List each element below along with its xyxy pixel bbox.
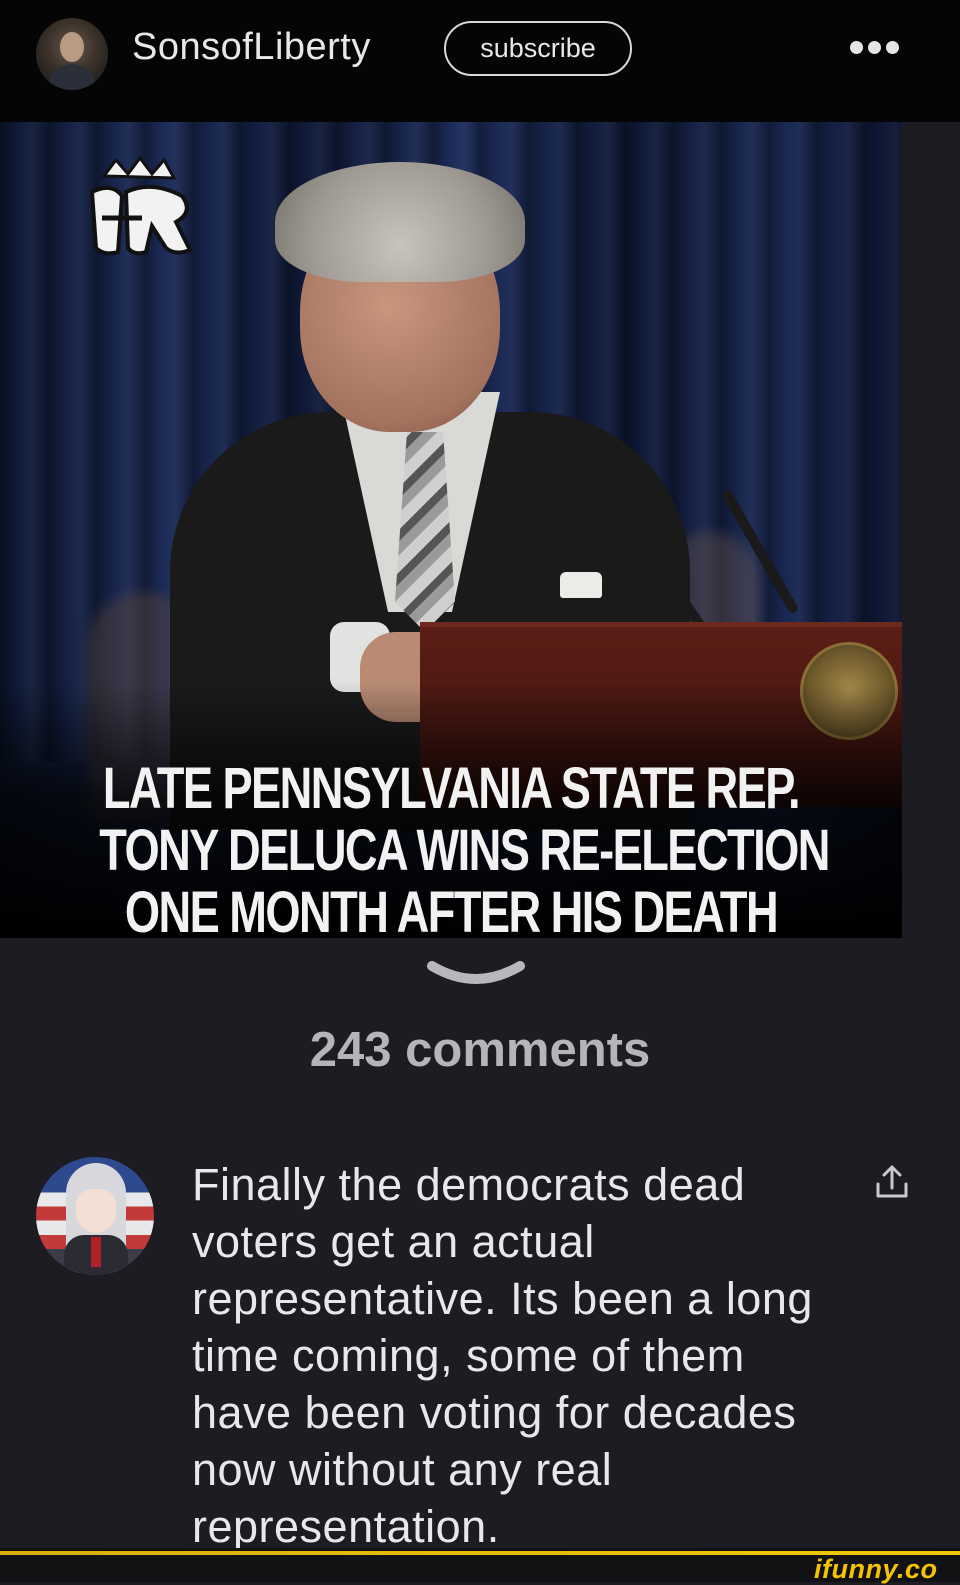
pocket-square (560, 572, 602, 598)
channel-username[interactable]: SonsofLiberty (132, 26, 371, 69)
share-icon[interactable] (872, 1162, 912, 1202)
more-options-icon[interactable] (850, 36, 902, 58)
dot-icon (886, 40, 899, 54)
commenter-avatar[interactable] (36, 1157, 154, 1275)
dot-icon (850, 40, 863, 54)
hair (275, 162, 525, 282)
channel-avatar[interactable] (36, 18, 108, 90)
caption-line: LATE PENNSYLVANIA STATE REP. (102, 756, 801, 821)
avatar-coat (48, 64, 96, 90)
avatar-face (76, 1189, 116, 1233)
meme-caption: LATE PENNSYLVANIA STATE REP. TONY DELUCA… (99, 756, 830, 939)
caption-line: TONY DELUCA WINS RE-ELECTION (99, 818, 830, 883)
subscribe-button[interactable]: subscribe (444, 21, 632, 76)
chevron-down-icon[interactable] (426, 958, 526, 992)
top-bar: SonsofLiberty subscribe (0, 0, 960, 122)
caption-line: ONE MONTH AFTER HIS DEATH (124, 880, 779, 939)
comments-count: 243 comments (309, 1023, 651, 1077)
post-image[interactable]: LATE PENNSYLVANIA STATE REP. TONY DELUCA… (0, 122, 902, 938)
avatar-tie (91, 1237, 101, 1267)
avatar-face (60, 32, 84, 62)
ifunny-watermark: ifunny.co (814, 1554, 938, 1584)
comment-text: Finally the democrats dead voters get an… (192, 1159, 813, 1552)
dot-icon (868, 40, 881, 54)
